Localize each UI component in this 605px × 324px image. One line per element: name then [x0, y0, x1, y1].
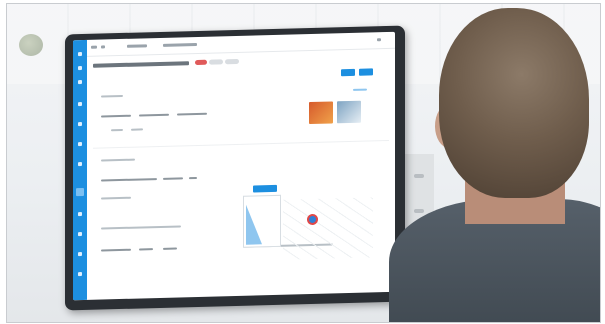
screen-map-area	[283, 197, 373, 260]
photo	[6, 3, 601, 323]
screen-content	[93, 52, 389, 300]
screen-sidebar-rail	[73, 39, 87, 301]
computer-monitor	[65, 25, 405, 311]
background-plant	[19, 34, 43, 56]
person-back-of-head	[389, 4, 600, 322]
monitor-screen	[73, 31, 395, 301]
screen-chart-thumbnail	[243, 194, 281, 248]
